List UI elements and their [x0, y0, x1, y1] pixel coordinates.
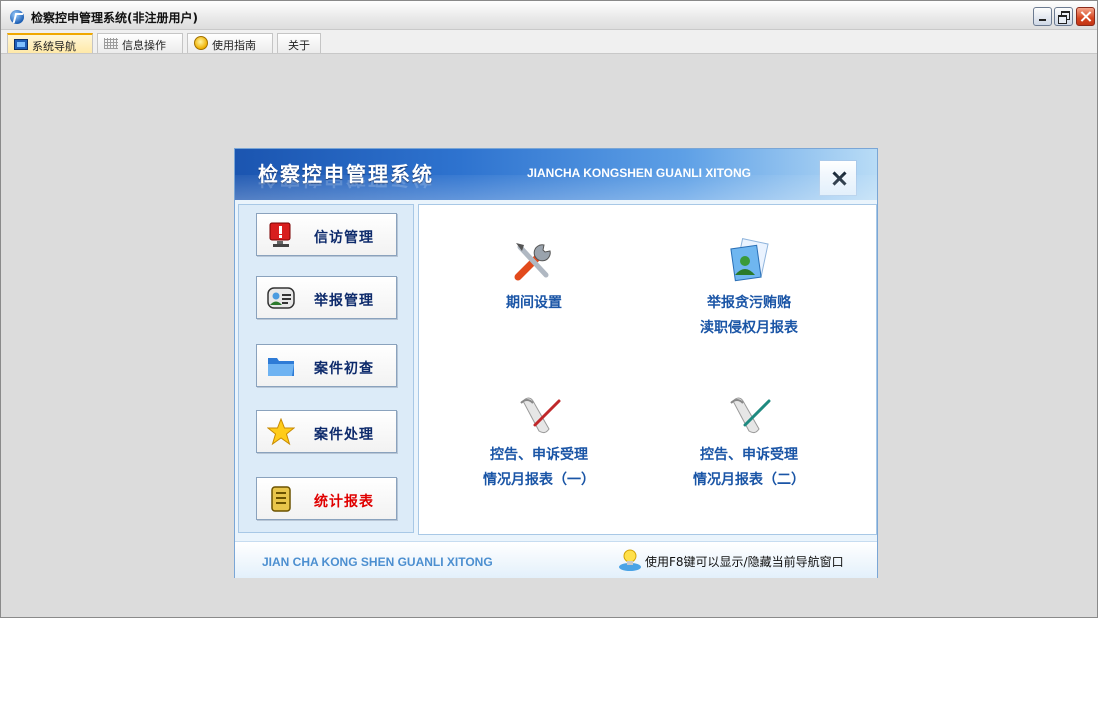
tab-label: 系统导航 — [32, 40, 76, 53]
function-corruption-report[interactable]: 举报贪污贿赂 渎职侵权月报表 — [659, 237, 839, 341]
function-period-settings[interactable]: 期间设置 — [459, 237, 609, 316]
tab-user-guide[interactable]: 使用指南 — [187, 33, 273, 53]
user-document-icon — [730, 238, 769, 282]
close-window-button[interactable] — [1076, 7, 1095, 26]
function-panel: 期间设置 举报贪污贿赂 渎职侵权月报表 控告、申诉受理 情况月报表（一） 控告、… — [418, 204, 877, 535]
module-nav-panel: 信访管理 举报管理 案件初查 案件处理 统计报表 — [238, 204, 414, 533]
dialog-title: 检察控申管理系统 — [258, 162, 434, 186]
footer-brand-text: JIAN CHA KONG SHEN GUANLI XITONG — [262, 555, 493, 569]
function-label-line2: 情况月报表（一） — [483, 472, 595, 488]
nav-button-report[interactable]: 举报管理 — [256, 276, 397, 319]
function-label-line1: 控告、申诉受理 — [700, 447, 798, 463]
dialog-banner: 检察控申管理系统 检察控申管理系统 JIANCHA KONGSHEN GUANL… — [235, 149, 877, 200]
nav-button-statistics[interactable]: 统计报表 — [256, 477, 397, 520]
nav-button-petition[interactable]: 信访管理 — [256, 213, 397, 256]
footer-hint-text: 使用F8键可以显示/隐藏当前导航窗口 — [645, 555, 844, 569]
alert-monitor-icon — [269, 222, 291, 247]
dialog-close-button[interactable] — [819, 160, 857, 196]
function-complaint-report-2[interactable]: 控告、申诉受理 情况月报表（二） — [659, 389, 839, 493]
tab-label: 信息操作 — [122, 39, 166, 52]
scroll-green-pen-icon — [730, 397, 771, 434]
folder-icon — [268, 358, 294, 376]
help-icon — [194, 36, 208, 50]
title-bar[interactable]: 检察控申管理系统(非注册用户) — [1, 1, 1097, 30]
monitor-icon — [14, 39, 28, 50]
nav-label: 举报管理 — [314, 293, 374, 309]
function-label-line2: 渎职侵权月报表 — [700, 320, 798, 336]
nav-button-handling[interactable]: 案件处理 — [256, 410, 397, 453]
function-complaint-report-1[interactable]: 控告、申诉受理 情况月报表（一） — [449, 389, 629, 493]
minimize-button[interactable] — [1033, 7, 1052, 26]
window-title: 检察控申管理系统(非注册用户) — [31, 11, 198, 25]
function-label-line1: 举报贪污贿赂 — [707, 295, 791, 311]
dialog-title-reflection: 检察控申管理系统 — [258, 180, 434, 194]
restore-button[interactable] — [1054, 7, 1073, 26]
tab-strip: 系统导航 信息操作 使用指南 关于 — [1, 30, 1097, 54]
contact-card-icon — [267, 287, 295, 309]
tools-icon — [514, 243, 551, 281]
tab-label: 使用指南 — [212, 39, 256, 52]
tab-label: 关于 — [288, 39, 310, 52]
nav-label: 案件初查 — [314, 361, 374, 377]
lightbulb-user-icon — [619, 549, 641, 571]
function-label-line2: 情况月报表（二） — [693, 472, 805, 488]
report-book-icon — [271, 486, 291, 512]
tab-info-ops[interactable]: 信息操作 — [97, 33, 183, 53]
scroll-red-pen-icon — [520, 397, 561, 434]
dialog-subtitle: JIANCHA KONGSHEN GUANLI XITONG — [527, 166, 752, 180]
navigation-dialog: 检察控申管理系统 检察控申管理系统 JIANCHA KONGSHEN GUANL… — [234, 148, 878, 578]
tab-system-nav[interactable]: 系统导航 — [7, 33, 93, 53]
nav-button-preliminary[interactable]: 案件初查 — [256, 344, 397, 387]
app-logo-icon — [10, 10, 24, 24]
function-label-line1: 控告、申诉受理 — [490, 447, 588, 463]
dialog-footer: JIAN CHA KONG SHEN GUANLI XITONG 使用F8键可以… — [235, 541, 877, 578]
star-icon — [267, 418, 295, 446]
nav-label: 案件处理 — [314, 427, 374, 443]
function-label-line1: 期间设置 — [506, 295, 562, 311]
nav-label: 信访管理 — [314, 230, 374, 246]
grid-icon — [104, 38, 118, 49]
tab-about[interactable]: 关于 — [277, 33, 321, 53]
nav-label: 统计报表 — [314, 494, 374, 510]
